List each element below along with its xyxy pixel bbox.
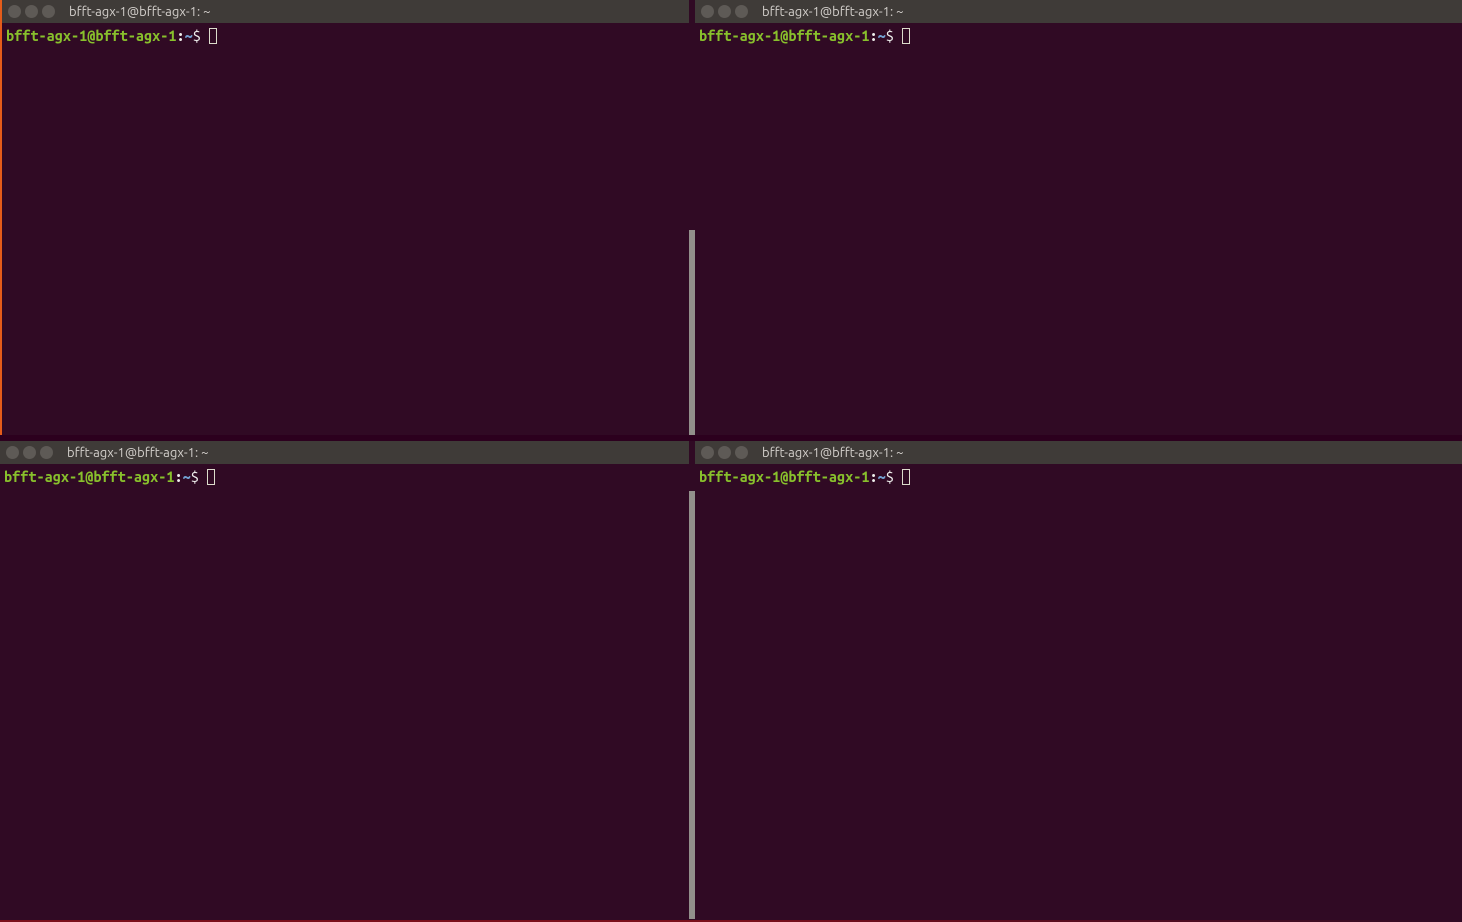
prompt-user: bfft-agx-1@bfft-agx-1 — [699, 26, 870, 46]
titlebar[interactable]: bfft-agx-1@bfft-agx-1: ~ — [0, 441, 689, 464]
prompt-colon: : — [177, 26, 185, 46]
prompt-path: ~ — [185, 26, 193, 46]
terminal-pane-bottom-left[interactable]: bfft-agx-1@bfft-agx-1: ~ bfft-agx-1@bfft… — [0, 441, 689, 922]
terminal-body[interactable]: bfft-agx-1@bfft-agx-1:~$ — [695, 23, 1462, 435]
prompt-user: bfft-agx-1@bfft-agx-1 — [699, 467, 870, 487]
titlebar[interactable]: bfft-agx-1@bfft-agx-1: ~ — [695, 441, 1462, 464]
window-title: bfft-agx-1@bfft-agx-1: ~ — [67, 446, 208, 460]
minimize-icon[interactable] — [23, 446, 36, 459]
prompt-path: ~ — [878, 467, 886, 487]
prompt-dollar: $ — [193, 26, 201, 46]
cursor-icon — [209, 28, 217, 44]
minimize-icon[interactable] — [718, 446, 731, 459]
terminal-pane-bottom-right[interactable]: bfft-agx-1@bfft-agx-1: ~ bfft-agx-1@bfft… — [695, 441, 1462, 922]
prompt-dollar: $ — [886, 26, 894, 46]
window-title: bfft-agx-1@bfft-agx-1: ~ — [762, 446, 903, 460]
prompt-colon: : — [175, 467, 183, 487]
close-icon[interactable] — [701, 5, 714, 18]
terminal-pane-top-left[interactable]: bfft-agx-1@bfft-agx-1: ~ bfft-agx-1@bfft… — [0, 0, 689, 435]
prompt-user: bfft-agx-1@bfft-agx-1 — [6, 26, 177, 46]
prompt-line[interactable]: bfft-agx-1@bfft-agx-1:~$ — [6, 26, 685, 46]
prompt-colon: : — [870, 26, 878, 46]
window-title: bfft-agx-1@bfft-agx-1: ~ — [762, 5, 903, 19]
prompt-line[interactable]: bfft-agx-1@bfft-agx-1:~$ — [699, 467, 1458, 487]
prompt-line[interactable]: bfft-agx-1@bfft-agx-1:~$ — [4, 467, 685, 487]
maximize-icon[interactable] — [40, 446, 53, 459]
minimize-icon[interactable] — [718, 5, 731, 18]
maximize-icon[interactable] — [735, 5, 748, 18]
pane-divider-vertical-bottom[interactable] — [689, 441, 695, 922]
prompt-line[interactable]: bfft-agx-1@bfft-agx-1:~$ — [699, 26, 1458, 46]
prompt-path: ~ — [878, 26, 886, 46]
close-icon[interactable] — [6, 446, 19, 459]
titlebar[interactable]: bfft-agx-1@bfft-agx-1: ~ — [695, 0, 1462, 23]
maximize-icon[interactable] — [42, 5, 55, 18]
prompt-dollar: $ — [886, 467, 894, 487]
pane-divider-vertical-top[interactable] — [689, 0, 695, 435]
titlebar[interactable]: bfft-agx-1@bfft-agx-1: ~ — [2, 0, 689, 23]
cursor-icon — [902, 28, 910, 44]
minimize-icon[interactable] — [25, 5, 38, 18]
cursor-icon — [207, 469, 215, 485]
terminal-body[interactable]: bfft-agx-1@bfft-agx-1:~$ — [2, 23, 689, 435]
close-icon[interactable] — [8, 5, 21, 18]
terminal-pane-top-right[interactable]: bfft-agx-1@bfft-agx-1: ~ bfft-agx-1@bfft… — [695, 0, 1462, 435]
maximize-icon[interactable] — [735, 446, 748, 459]
cursor-icon — [902, 469, 910, 485]
prompt-colon: : — [870, 467, 878, 487]
terminal-body[interactable]: bfft-agx-1@bfft-agx-1:~$ — [695, 464, 1462, 922]
prompt-path: ~ — [183, 467, 191, 487]
prompt-user: bfft-agx-1@bfft-agx-1 — [4, 467, 175, 487]
terminal-body[interactable]: bfft-agx-1@bfft-agx-1:~$ — [0, 464, 689, 922]
close-icon[interactable] — [701, 446, 714, 459]
window-title: bfft-agx-1@bfft-agx-1: ~ — [69, 5, 210, 19]
prompt-dollar: $ — [191, 467, 199, 487]
